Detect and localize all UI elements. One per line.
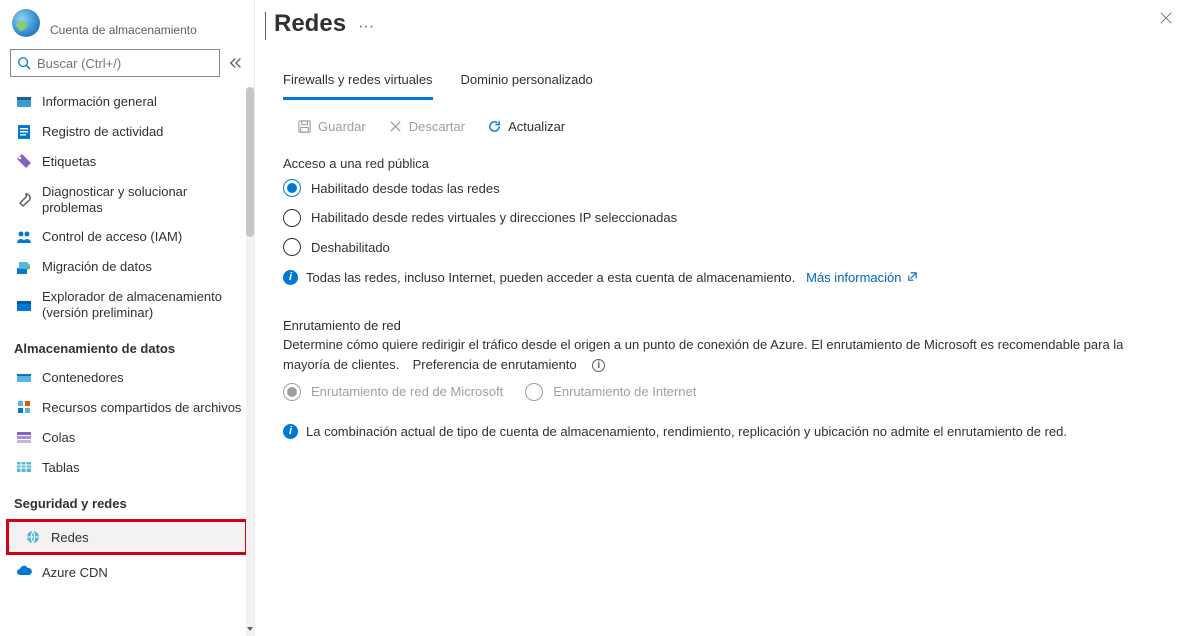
migration-icon xyxy=(16,259,32,275)
refresh-icon xyxy=(487,119,502,134)
save-icon xyxy=(297,119,312,134)
nav-section-security: Seguridad y redes xyxy=(0,482,254,517)
radio-disabled-label: Deshabilitado xyxy=(311,238,390,258)
public-access-info: Todas las redes, incluso Internet, puede… xyxy=(306,268,918,288)
nav-label: Registro de actividad xyxy=(42,124,242,140)
nav-label: Diagnosticar y solucionar problemas xyxy=(42,184,242,215)
page-title: Redes xyxy=(274,10,346,38)
nav-tags[interactable]: Etiquetas xyxy=(0,147,254,177)
containers-icon xyxy=(16,369,32,385)
radio-enabled-all-label: Habilitado desde todas las redes xyxy=(311,179,500,199)
nav-networking[interactable]: Redes xyxy=(9,522,245,552)
collapse-sidebar-button[interactable] xyxy=(228,53,244,73)
tables-icon xyxy=(16,459,32,475)
more-info-link-text: Más información xyxy=(806,270,901,285)
nav-access-control[interactable]: Control de acceso (IAM) xyxy=(0,222,254,252)
nav-file-shares[interactable]: Recursos compartidos de archivos xyxy=(0,392,254,422)
nav-label: Azure CDN xyxy=(42,565,242,581)
nav-label: Redes xyxy=(51,530,233,546)
nav-overview[interactable]: Información general xyxy=(0,87,254,117)
save-button[interactable]: Guardar xyxy=(297,119,366,134)
sidebar-subtitle: Cuenta de almacenamiento xyxy=(50,23,197,37)
radio-internet-routing xyxy=(525,383,543,401)
radio-enabled-all[interactable] xyxy=(283,179,301,197)
public-access-info-text: Todas las redes, incluso Internet, puede… xyxy=(306,270,795,285)
nav-data-migration[interactable]: Migración de datos xyxy=(0,252,254,282)
sidebar-nav: Información general Registro de activida… xyxy=(0,87,254,636)
sidebar-search[interactable] xyxy=(10,49,220,77)
header-divider xyxy=(265,12,266,40)
nav-label: Etiquetas xyxy=(42,154,242,170)
tags-icon xyxy=(16,154,32,170)
nav-label: Migración de datos xyxy=(42,259,242,275)
sidebar-header: Cuenta de almacenamiento xyxy=(0,0,254,43)
save-label: Guardar xyxy=(318,119,366,134)
public-access-heading: Acceso a una red pública xyxy=(283,154,1174,174)
tab-firewalls[interactable]: Firewalls y redes virtuales xyxy=(283,72,433,100)
toolbar: Guardar Descartar Actualizar xyxy=(255,101,1190,148)
queues-icon xyxy=(16,429,32,445)
nav-label: Recursos compartidos de archivos xyxy=(42,400,242,416)
info-tooltip-icon[interactable]: i xyxy=(592,359,605,372)
wrench-icon xyxy=(16,192,32,208)
nav-label: Control de acceso (IAM) xyxy=(42,229,242,245)
info-icon: i xyxy=(283,424,298,439)
refresh-button[interactable]: Actualizar xyxy=(487,119,565,134)
tab-row: Firewalls y redes virtuales Dominio pers… xyxy=(255,44,1190,101)
nav-storage-explorer[interactable]: Explorador de almacenamiento (versión pr… xyxy=(0,282,254,327)
search-icon xyxy=(17,56,31,70)
main-header: Redes ··· xyxy=(255,0,1190,44)
nav-containers[interactable]: Contenedores xyxy=(0,362,254,392)
tab-custom-domain[interactable]: Dominio personalizado xyxy=(461,72,593,100)
discard-label: Descartar xyxy=(409,119,465,134)
radio-ms-routing xyxy=(283,383,301,401)
discard-icon xyxy=(388,119,403,134)
people-icon xyxy=(16,229,32,245)
sidebar-scrollbar-thumb[interactable] xyxy=(246,87,254,237)
discard-button[interactable]: Descartar xyxy=(388,119,465,134)
radio-ms-routing-label: Enrutamiento de red de Microsoft xyxy=(311,382,503,402)
nav-label: Información general xyxy=(42,94,242,110)
storage-account-icon xyxy=(12,9,40,37)
nav-activity-log[interactable]: Registro de actividad xyxy=(0,117,254,147)
routing-info-text: La combinación actual de tipo de cuenta … xyxy=(306,422,1067,442)
nav-label: Tablas xyxy=(42,460,242,476)
more-info-link[interactable]: Más información xyxy=(806,270,918,285)
external-link-icon xyxy=(907,271,918,282)
main-content: Redes ··· Firewalls y redes virtuales Do… xyxy=(255,0,1190,636)
info-icon: i xyxy=(283,270,298,285)
highlight-box-redes: Redes xyxy=(6,519,248,555)
storage-explorer-icon xyxy=(16,297,32,313)
sidebar-scrollbar-track[interactable] xyxy=(246,87,254,636)
search-input[interactable] xyxy=(37,56,213,71)
overview-icon xyxy=(16,94,32,110)
radio-disabled[interactable] xyxy=(283,238,301,256)
nav-azure-cdn[interactable]: Azure CDN xyxy=(0,557,254,587)
file-shares-icon xyxy=(16,399,32,415)
sidebar: Cuenta de almacenamiento Información gen… xyxy=(0,0,255,636)
radio-enabled-selected-label: Habilitado desde redes virtuales y direc… xyxy=(311,208,677,228)
nav-tables[interactable]: Tablas xyxy=(0,452,254,482)
nav-label: Contenedores xyxy=(42,370,242,386)
routing-description: Determine cómo quiere redirigir el tráfi… xyxy=(283,335,1153,374)
close-button[interactable] xyxy=(1156,8,1176,28)
networking-icon xyxy=(25,529,41,545)
scroll-down-icon[interactable] xyxy=(246,622,254,636)
radio-enabled-selected[interactable] xyxy=(283,209,301,227)
refresh-label: Actualizar xyxy=(508,119,565,134)
nav-queues[interactable]: Colas xyxy=(0,422,254,452)
nav-label: Explorador de almacenamiento (versión pr… xyxy=(42,289,242,320)
nav-section-data-storage: Almacenamiento de datos xyxy=(0,327,254,362)
cdn-icon xyxy=(16,564,32,580)
more-actions-button[interactable]: ··· xyxy=(358,18,374,36)
radio-internet-routing-label: Enrutamiento de Internet xyxy=(553,382,696,402)
nav-diagnose[interactable]: Diagnosticar y solucionar problemas xyxy=(0,177,254,222)
routing-heading: Enrutamiento de red xyxy=(283,316,1174,336)
nav-label: Colas xyxy=(42,430,242,446)
activity-log-icon xyxy=(16,124,32,140)
routing-pref-label: Preferencia de enrutamiento xyxy=(413,355,577,375)
